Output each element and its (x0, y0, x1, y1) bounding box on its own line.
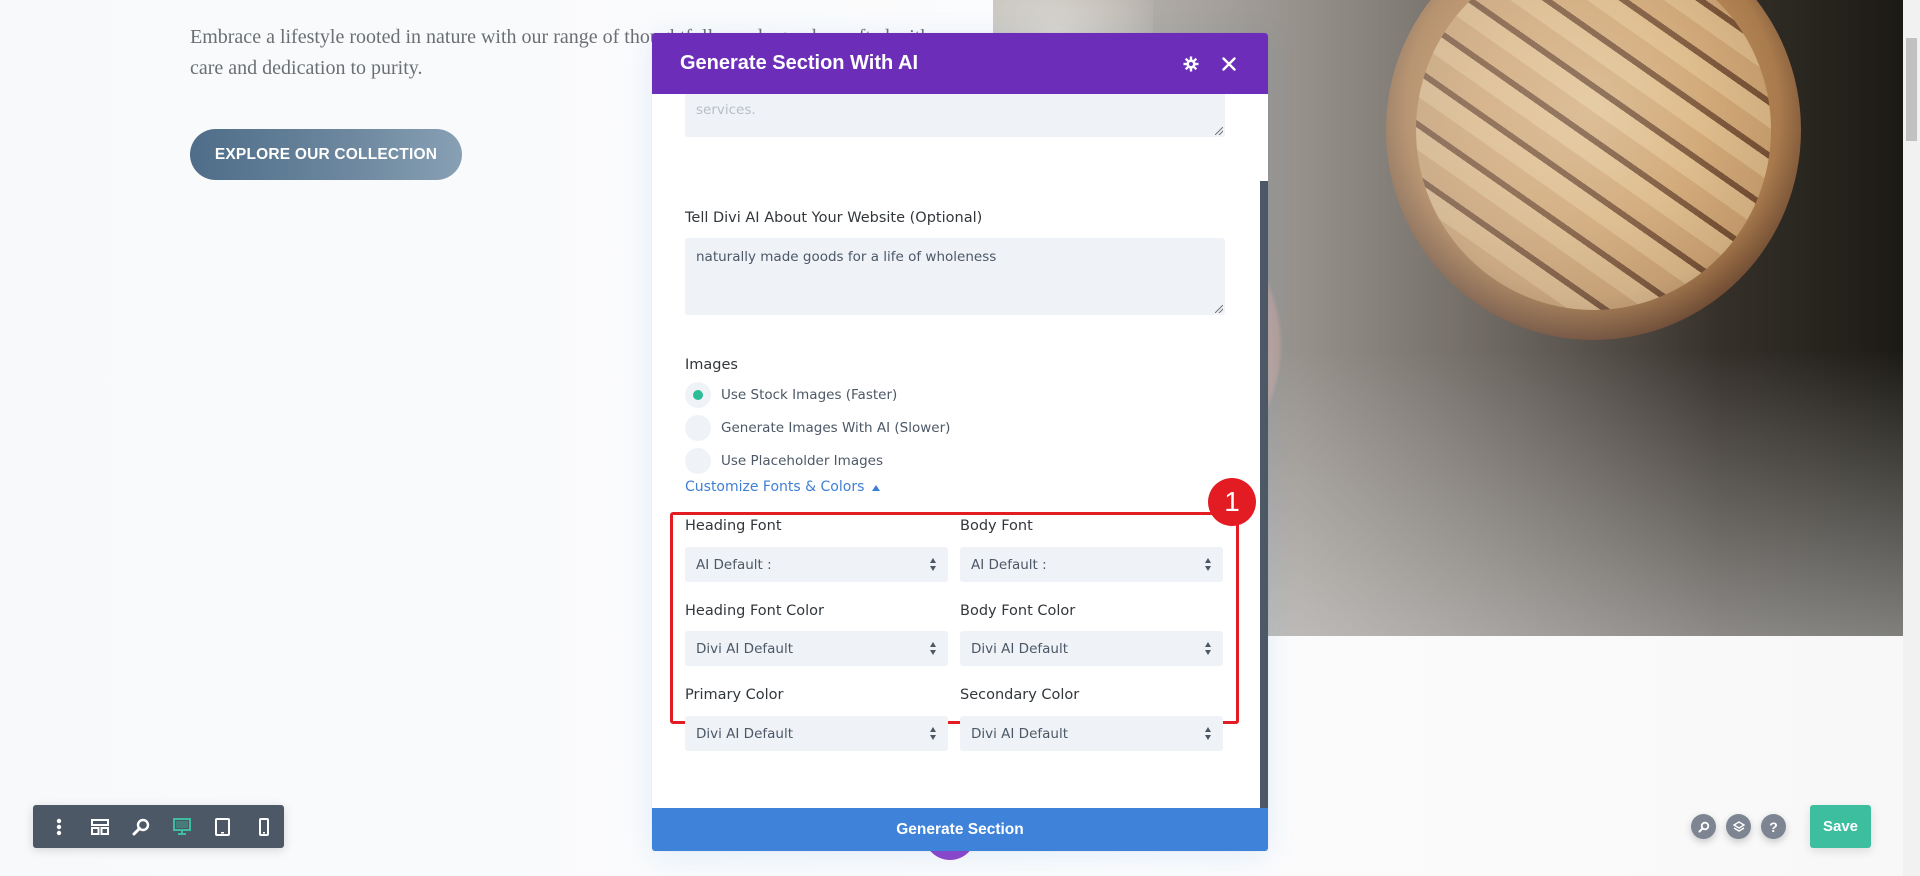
radio-placeholder-images[interactable]: Use Placeholder Images (685, 448, 883, 474)
secondary-color-select[interactable]: Divi AI Default (960, 716, 1223, 751)
radio-selected-dot (693, 390, 703, 400)
tablet-view-icon[interactable] (202, 805, 243, 848)
wireframe-icon[interactable] (80, 805, 121, 848)
resize-handle[interactable] (1215, 127, 1223, 135)
radio-label: Use Stock Images (Faster) (721, 387, 898, 403)
secondary-color-label: Secondary Color (960, 687, 1080, 703)
select-arrows-icon (930, 558, 937, 571)
generate-section-button[interactable]: Generate Section (652, 808, 1268, 851)
generate-section-modal: Generate Section With AI services. Tell … (652, 33, 1268, 851)
select-arrows-icon (1205, 642, 1212, 655)
layers-icon[interactable] (1726, 814, 1751, 839)
resize-handle[interactable] (1215, 305, 1223, 313)
gear-icon[interactable] (1179, 52, 1203, 76)
select-arrows-icon (1205, 558, 1212, 571)
phone-view-icon[interactable] (243, 805, 284, 848)
customize-fonts-colors-toggle[interactable]: Customize Fonts & Colors (685, 479, 881, 495)
select-arrows-icon (930, 642, 937, 655)
select-value: Divi AI Default (971, 725, 1069, 742)
radio-label: Generate Images With AI (Slower) (721, 420, 951, 436)
page-scrollbar[interactable] (1903, 0, 1920, 876)
body-font-select[interactable]: AI Default : (960, 547, 1223, 582)
select-value: AI Default : (971, 556, 1047, 573)
desktop-view-icon[interactable] (161, 805, 202, 848)
radio-stock-images[interactable]: Use Stock Images (Faster) (685, 382, 897, 408)
body-font-color-label: Body Font Color (960, 603, 1076, 619)
help-icon[interactable]: ? (1761, 814, 1786, 839)
page-scrollbar-thumb[interactable] (1906, 38, 1917, 141)
heading-font-color-label: Heading Font Color (685, 603, 824, 619)
textarea-text: services. (696, 102, 756, 118)
more-options-icon[interactable] (39, 805, 80, 848)
images-label: Images (685, 357, 738, 373)
section-description-textarea[interactable]: services. (685, 94, 1225, 137)
caret-up-icon (872, 485, 881, 491)
body-font-color-select[interactable]: Divi AI Default (960, 631, 1223, 666)
radio-ai-images[interactable]: Generate Images With AI (Slower) (685, 415, 950, 441)
primary-color-select[interactable]: Divi AI Default (685, 716, 948, 751)
select-arrows-icon (930, 727, 937, 740)
radio-button[interactable] (685, 415, 711, 441)
radio-label: Use Placeholder Images (721, 453, 883, 469)
select-value: Divi AI Default (696, 640, 794, 657)
heading-font-label: Heading Font (685, 518, 782, 534)
modal-title: Generate Section With AI (680, 52, 919, 74)
website-description-textarea[interactable]: naturally made goods for a life of whole… (685, 238, 1225, 315)
primary-color-label: Primary Color (685, 687, 784, 703)
builder-toolbar (33, 805, 284, 848)
radio-button[interactable] (685, 382, 711, 408)
heading-font-color-select[interactable]: Divi AI Default (685, 631, 948, 666)
save-button[interactable]: Save (1810, 805, 1871, 848)
heading-font-select[interactable]: AI Default : (685, 547, 948, 582)
body-font-label: Body Font (960, 518, 1033, 534)
annotation-badge: 1 (1208, 478, 1256, 526)
zoom-icon[interactable] (121, 805, 162, 848)
select-value: Divi AI Default (971, 640, 1069, 657)
website-label: Tell Divi AI About Your Website (Optiona… (685, 210, 983, 226)
select-value: AI Default : (696, 556, 772, 573)
search-icon[interactable] (1691, 814, 1716, 839)
modal-scrollbar-thumb[interactable] (1260, 181, 1268, 808)
explore-collection-button[interactable]: EXPLORE OUR COLLECTION (190, 129, 462, 180)
radio-button[interactable] (685, 448, 711, 474)
select-value: Divi AI Default (696, 725, 794, 742)
modal-body: services. Tell Divi AI About Your Websit… (652, 94, 1268, 807)
close-icon[interactable] (1217, 52, 1241, 76)
customize-link-label: Customize Fonts & Colors (685, 479, 865, 495)
textarea-value: naturally made goods for a life of whole… (696, 249, 997, 265)
select-arrows-icon (1205, 727, 1212, 740)
modal-header: Generate Section With AI (652, 33, 1268, 94)
